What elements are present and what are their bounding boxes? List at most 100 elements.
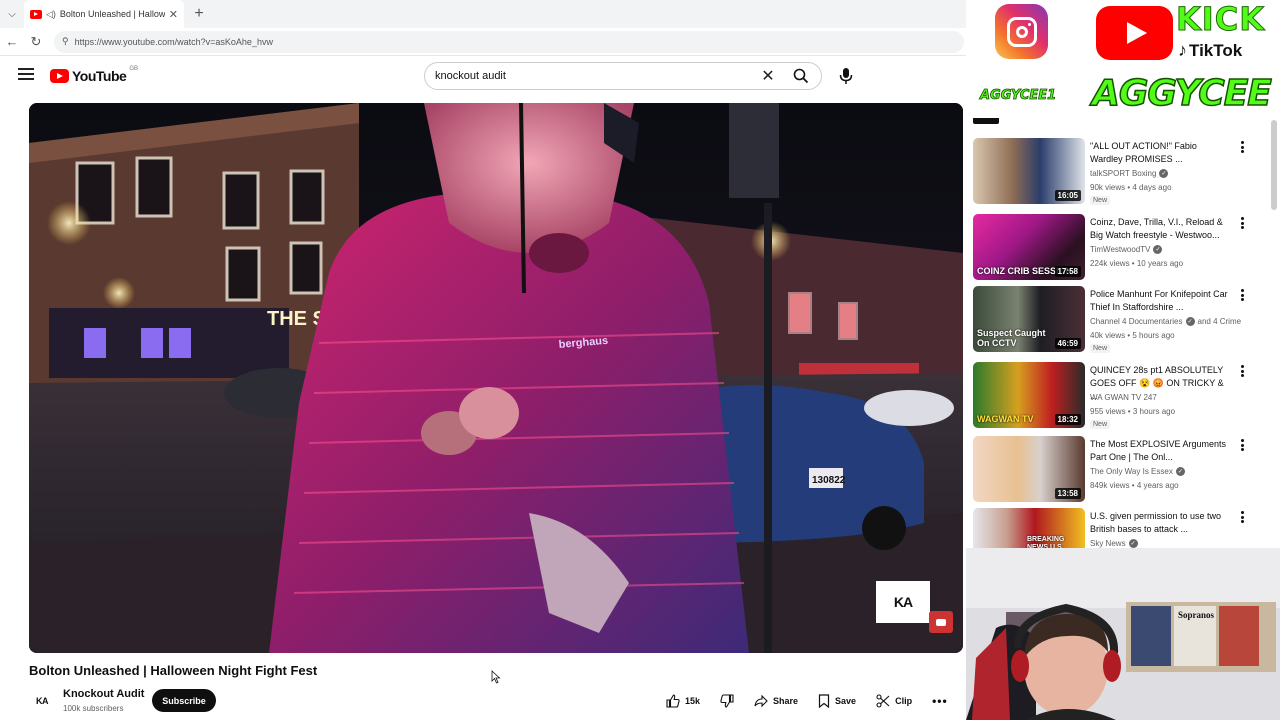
more-horizontal-icon: •••	[932, 693, 948, 708]
mouse-cursor-icon	[491, 670, 501, 684]
webcam-feed: Sopranos	[966, 548, 1280, 720]
list-item[interactable]: 13:58 The Most EXPLOSIVE Arguments Part …	[973, 436, 1273, 504]
thumbnail-text: WAGWAN TV	[977, 414, 1034, 424]
video-player[interactable]: THE SWA 130822 berghaus KA	[29, 103, 963, 653]
new-badge: New	[1090, 420, 1111, 429]
browser-tab-active[interactable]: ◁) Bolton Unleashed | Halloween ✕	[24, 0, 184, 28]
like-button[interactable]: 15k	[658, 689, 708, 712]
rec-channel-name: WA GWAN TV 247	[1090, 393, 1157, 402]
rec-channel[interactable]: Channel 4 Documentaries ✓ and 4 Crime	[1090, 317, 1241, 326]
video-frame: THE SWA 130822 berghaus	[29, 103, 963, 653]
share-icon	[754, 694, 768, 707]
list-item[interactable]: BREAKING NEWS U.S. GIVEN ACCESS TO TWO U…	[973, 508, 1273, 548]
search-box: knockout audit ✕	[424, 62, 822, 90]
new-badge: New	[1090, 196, 1111, 205]
video-thumbnail[interactable]: BREAKING NEWS U.S. GIVEN ACCESS TO TWO	[973, 508, 1085, 548]
youtube-header: YouTube GB knockout audit ✕	[0, 56, 966, 96]
more-vertical-icon[interactable]	[1237, 364, 1247, 378]
rec-title[interactable]: Coinz, Dave, Trilla, V.I., Reload & Big …	[1090, 216, 1230, 242]
verified-icon: ✓	[1185, 317, 1195, 326]
share-label: Share	[773, 695, 799, 706]
subscribe-watermark-icon[interactable]	[929, 611, 953, 633]
clip-label: Clip	[895, 695, 913, 706]
search-input[interactable]: knockout audit	[425, 70, 755, 82]
more-vertical-icon[interactable]	[1237, 510, 1247, 524]
rec-channel[interactable]: talkSPORT Boxing ✓	[1090, 169, 1169, 178]
site-info-icon[interactable]: ⚲	[62, 36, 69, 47]
new-badge: New	[1090, 344, 1111, 353]
rec-title[interactable]: Police Manhunt For Knifepoint Car Thief …	[1090, 288, 1230, 314]
share-button[interactable]: Share	[746, 689, 806, 712]
list-item[interactable]: COINZ CRIB SESSION 17:58 Coinz, Dave, Tr…	[973, 214, 1273, 282]
dislike-button[interactable]	[712, 689, 742, 712]
svg-text:Sopranos: Sopranos	[1178, 610, 1215, 620]
more-vertical-icon[interactable]	[1237, 216, 1247, 230]
instagram-logo-icon	[995, 4, 1048, 59]
duration-badge: 16:05	[1054, 190, 1081, 201]
reload-icon[interactable]: ↻	[24, 34, 48, 50]
rec-title[interactable]: The Most EXPLOSIVE Arguments Part One | …	[1090, 438, 1230, 464]
rec-channel[interactable]: TimWestwoodTV ✓	[1090, 245, 1163, 254]
save-label: Save	[835, 695, 857, 706]
clip-button[interactable]: Clip	[868, 689, 920, 712]
voice-search-button[interactable]	[834, 64, 858, 88]
rec-channel-name: The Only Way Is Essex	[1090, 467, 1173, 476]
hamburger-menu-icon[interactable]	[18, 68, 34, 80]
list-item[interactable]: WAGWAN TV 18:32 QUINCEY 28s pt1 ABSOLUTE…	[973, 362, 1273, 430]
rec-channel[interactable]: The Only Way Is Essex ✓	[1090, 467, 1185, 476]
channel-avatar[interactable]: KA	[29, 688, 55, 714]
speaker-icon[interactable]: ◁)	[46, 9, 56, 20]
browser-tab-bar: ⌵ ◁) Bolton Unleashed | Halloween ✕ +	[0, 0, 966, 28]
video-thumbnail[interactable]: 13:58	[973, 436, 1085, 502]
more-vertical-icon[interactable]	[1237, 288, 1247, 302]
url-text: https://www.youtube.com/watch?v=asKoAhe_…	[74, 36, 273, 47]
thumbs-down-icon	[720, 693, 734, 708]
duration-badge: 46:59	[1054, 338, 1081, 349]
microphone-icon	[839, 68, 853, 84]
more-actions-button[interactable]: •••	[924, 689, 956, 712]
bookmark-icon	[818, 693, 830, 708]
rec-meta: 955 views • 3 hours ago	[1090, 407, 1176, 416]
save-button[interactable]: Save	[810, 689, 864, 712]
tab-list-dropdown-icon[interactable]: ⌵	[0, 0, 24, 28]
rec-channel[interactable]: Sky News ✓	[1090, 539, 1138, 548]
video-thumbnail[interactable]: COINZ CRIB SESSION 17:58	[973, 214, 1085, 280]
new-tab-icon[interactable]: +	[188, 5, 210, 23]
channel-name[interactable]: Knockout Audit	[63, 688, 144, 700]
like-count: 15k	[685, 695, 701, 706]
rec-channel-name: Channel 4 Documentaries	[1090, 317, 1183, 326]
url-field[interactable]: ⚲ https://www.youtube.com/watch?v=asKoAh…	[54, 30, 964, 53]
youtube-logo[interactable]: YouTube GB	[50, 66, 138, 84]
back-arrow-icon[interactable]: ←	[0, 34, 24, 49]
rec-meta: 90k views • 4 days ago	[1090, 183, 1172, 192]
video-thumbnail[interactable]: WAGWAN TV 18:32	[973, 362, 1085, 428]
youtube-logo-icon	[1096, 6, 1173, 60]
video-thumbnail[interactable]: Suspect Caught On CCTV 46:59	[973, 286, 1085, 352]
search-button[interactable]	[781, 63, 821, 89]
rec-title[interactable]: U.S. given permission to use two British…	[1090, 510, 1230, 536]
rec-channel[interactable]: WA GWAN TV 247	[1090, 393, 1157, 402]
video-title: Bolton Unleashed | Halloween Night Fight…	[29, 663, 318, 678]
video-thumbnail[interactable]: 16:05	[973, 138, 1085, 204]
verified-icon: ✓	[1159, 169, 1169, 178]
list-item[interactable]: 16:05 "ALL OUT ACTION!" Fabio Wardley PR…	[973, 138, 1273, 206]
verified-icon: ✓	[1175, 467, 1185, 476]
duration-badge: 17:58	[1054, 266, 1081, 277]
more-vertical-icon[interactable]	[1237, 438, 1247, 452]
screen: ⌵ ◁) Bolton Unleashed | Halloween ✕ + ← …	[0, 0, 1280, 720]
recommendations-panel: 16:05 "ALL OUT ACTION!" Fabio Wardley PR…	[966, 118, 1280, 548]
rec-channel-name: TimWestwoodTV	[1090, 245, 1151, 254]
clear-search-icon[interactable]: ✕	[755, 66, 781, 86]
tiktok-note-icon: ♪	[1178, 40, 1187, 60]
youtube-favicon-icon	[30, 9, 42, 19]
channel-watermark[interactable]: KA	[876, 581, 930, 623]
subscribe-button[interactable]: Subscribe	[152, 689, 216, 712]
thumbnail-text: BREAKING NEWS U.S. GIVEN ACCESS TO TWO	[1027, 536, 1065, 548]
thumbnail-text: Suspect Caught On CCTV	[977, 328, 1046, 348]
tab-title: Bolton Unleashed | Halloween	[59, 9, 165, 19]
rec-title[interactable]: "ALL OUT ACTION!" Fabio Wardley PROMISES…	[1090, 140, 1230, 166]
tiktok-logo: ♪ TikTok	[1178, 40, 1242, 61]
more-vertical-icon[interactable]	[1237, 140, 1247, 154]
tab-close-icon[interactable]: ✕	[169, 8, 178, 21]
list-item[interactable]: Suspect Caught On CCTV 46:59 Police Manh…	[973, 286, 1273, 354]
